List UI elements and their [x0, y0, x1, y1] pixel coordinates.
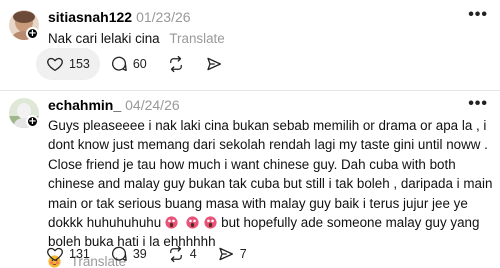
- follow-plus-icon[interactable]: +: [26, 115, 39, 128]
- username[interactable]: sitiasnah122: [48, 9, 132, 25]
- more-horizontal-icon[interactable]: •••: [468, 7, 488, 23]
- repost-button[interactable]: 4: [157, 238, 207, 268]
- comment-count: 60: [132, 57, 147, 71]
- share-button[interactable]: 7: [207, 238, 257, 268]
- share-icon: [207, 57, 221, 71]
- action-bar: 153 60: [36, 48, 233, 80]
- like-button[interactable]: 131: [36, 238, 100, 268]
- share-count: 7: [239, 247, 247, 261]
- heart-icon: [47, 57, 63, 72]
- screaming-face-emoji-icon: [186, 216, 199, 229]
- more-horizontal-icon[interactable]: •••: [468, 96, 488, 112]
- post-text: Nak cari lelaki cina Translate: [48, 29, 493, 48]
- heart-icon: [47, 247, 63, 262]
- comment-button[interactable]: 60: [100, 48, 157, 80]
- like-count: 131: [69, 247, 90, 261]
- comment-button[interactable]: 39: [100, 238, 157, 268]
- comment-icon: [111, 56, 127, 72]
- translate-link[interactable]: Translate: [169, 31, 224, 46]
- share-icon: [219, 247, 233, 261]
- share-button[interactable]: [195, 48, 233, 80]
- follow-plus-icon[interactable]: +: [26, 27, 39, 40]
- post-header: sitiasnah122 01/23/26: [48, 9, 191, 25]
- comment-icon: [111, 246, 127, 262]
- repost-icon: [169, 245, 182, 263]
- screaming-face-emoji-icon: [204, 216, 217, 229]
- post-body: Nak cari lelaki cina: [48, 31, 160, 46]
- post-divider: [0, 90, 500, 91]
- post-date: 01/23/26: [136, 9, 191, 25]
- repost-button[interactable]: [157, 48, 195, 80]
- comment-count: 39: [132, 247, 147, 261]
- post-body: Guys pleaseeee i nak laki cina bukan seb…: [48, 118, 493, 231]
- thread-post: + sitiasnah122 01/23/26 ••• Nak cari lela…: [0, 0, 500, 88]
- repost-count: 4: [189, 247, 197, 261]
- like-count: 153: [69, 57, 90, 71]
- action-bar: 131 39 4 7: [36, 238, 257, 268]
- like-button[interactable]: 153: [36, 48, 100, 80]
- screaming-face-emoji-icon: [165, 216, 178, 229]
- post-header: echahmin_ 04/24/26: [48, 97, 180, 113]
- thread-post: + echahmin_ 04/24/26 ••• Guys pleaseeee i…: [0, 92, 500, 268]
- username[interactable]: echahmin_: [48, 97, 121, 113]
- post-date: 04/24/26: [125, 97, 180, 113]
- repost-icon: [169, 55, 182, 73]
